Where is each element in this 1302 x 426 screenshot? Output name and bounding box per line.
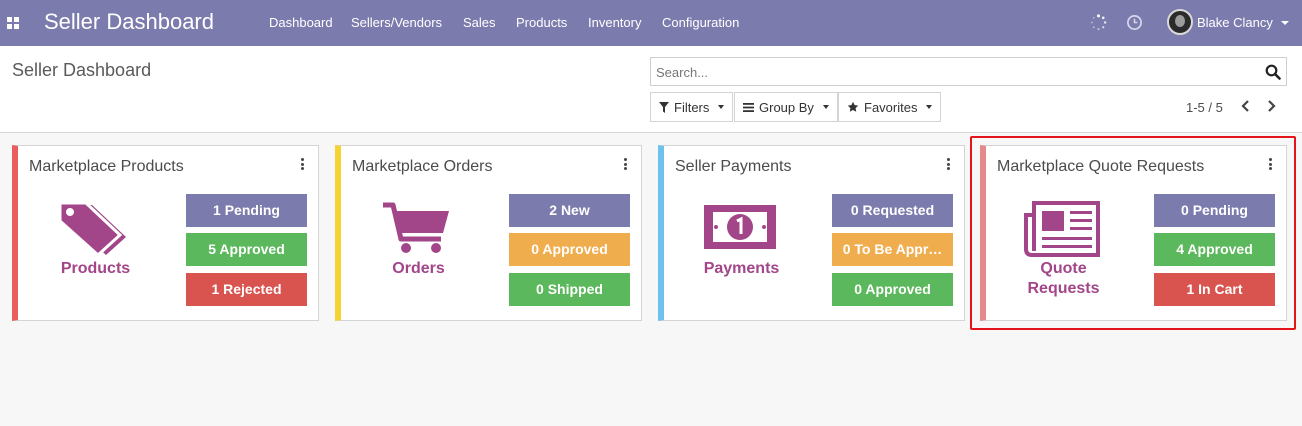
- pager-next-icon[interactable]: [1263, 98, 1279, 114]
- search-icon[interactable]: [1265, 64, 1281, 80]
- menu-dashboard[interactable]: Dashboard: [269, 15, 333, 30]
- stat-approved[interactable]: 5 Approved: [186, 233, 307, 266]
- apps-icon[interactable]: [7, 17, 19, 29]
- caret-down-icon: [822, 105, 829, 109]
- stat-approved[interactable]: 0 Approved: [832, 273, 953, 306]
- card-label[interactable]: Payments: [664, 259, 819, 279]
- card-label[interactable]: Orders: [341, 259, 496, 279]
- group-by-label: Group By: [759, 99, 814, 115]
- filter-icon: [659, 101, 669, 113]
- stat-rejected[interactable]: 1 Rejected: [186, 273, 307, 306]
- caret-down-icon: [718, 105, 725, 109]
- menu-sellers-vendors[interactable]: Sellers/Vendors: [351, 15, 442, 30]
- stat-approved[interactable]: 0 Approved: [509, 233, 630, 266]
- control-panel: Seller Dashboard Filters Group By Favori…: [0, 46, 1302, 133]
- caret-down-icon: [926, 105, 933, 109]
- card-title: Marketplace Orders: [352, 158, 493, 175]
- group-by-button[interactable]: Group By: [734, 92, 838, 122]
- pager-value[interactable]: 1-5 / 5: [1186, 100, 1223, 115]
- card-seller-payments: Seller Payments Payments 0 Requested 0 T…: [658, 145, 965, 321]
- favorites-button[interactable]: Favorites: [838, 92, 942, 122]
- app-title: Seller Dashboard: [44, 9, 214, 34]
- filters-button[interactable]: Filters: [650, 92, 734, 122]
- menu-products[interactable]: Products: [516, 15, 567, 30]
- tag-icon: [58, 201, 126, 257]
- stat-pending[interactable]: 1 Pending: [186, 194, 307, 227]
- card-marketplace-orders: Marketplace Orders Orders 2 New 0 Approv…: [335, 145, 642, 321]
- kebab-menu-icon[interactable]: [624, 158, 628, 170]
- menu-sales[interactable]: Sales: [463, 15, 496, 30]
- filters-label: Filters: [674, 99, 710, 115]
- star-icon: [847, 101, 859, 112]
- clock-icon[interactable]: [1126, 14, 1143, 31]
- money-icon: [704, 205, 776, 249]
- card-marketplace-products: Marketplace Products Products 1 Pending …: [12, 145, 319, 321]
- top-navbar: Seller Dashboard Dashboard Sellers/Vendo…: [0, 0, 1302, 46]
- avatar[interactable]: [1167, 9, 1193, 35]
- menu-configuration[interactable]: Configuration: [662, 15, 739, 30]
- card-title: Seller Payments: [675, 158, 792, 175]
- favorites-label: Favorites: [864, 99, 918, 115]
- list-icon: [743, 102, 754, 112]
- page-title: Seller Dashboard: [12, 60, 152, 80]
- menu-inventory[interactable]: Inventory: [588, 15, 641, 30]
- stat-requested[interactable]: 0 Requested: [832, 194, 953, 227]
- search-bar[interactable]: [650, 57, 1287, 86]
- stat-new[interactable]: 2 New: [509, 194, 630, 227]
- card-label[interactable]: Products: [18, 259, 173, 279]
- stat-to-be-approved[interactable]: 0 To Be Appr…: [832, 233, 953, 266]
- kebab-menu-icon[interactable]: [947, 158, 951, 170]
- user-name[interactable]: Blake Clancy: [1197, 15, 1273, 30]
- pager-previous-icon[interactable]: [1238, 98, 1254, 114]
- cart-icon: [383, 202, 449, 253]
- kebab-menu-icon[interactable]: [301, 158, 305, 170]
- caret-down-icon[interactable]: [1281, 21, 1289, 25]
- highlight-box: [970, 136, 1296, 330]
- stat-shipped[interactable]: 0 Shipped: [509, 273, 630, 306]
- card-title: Marketplace Products: [29, 158, 184, 175]
- activity-spinner-icon[interactable]: [1090, 14, 1107, 31]
- search-input[interactable]: [656, 63, 1246, 81]
